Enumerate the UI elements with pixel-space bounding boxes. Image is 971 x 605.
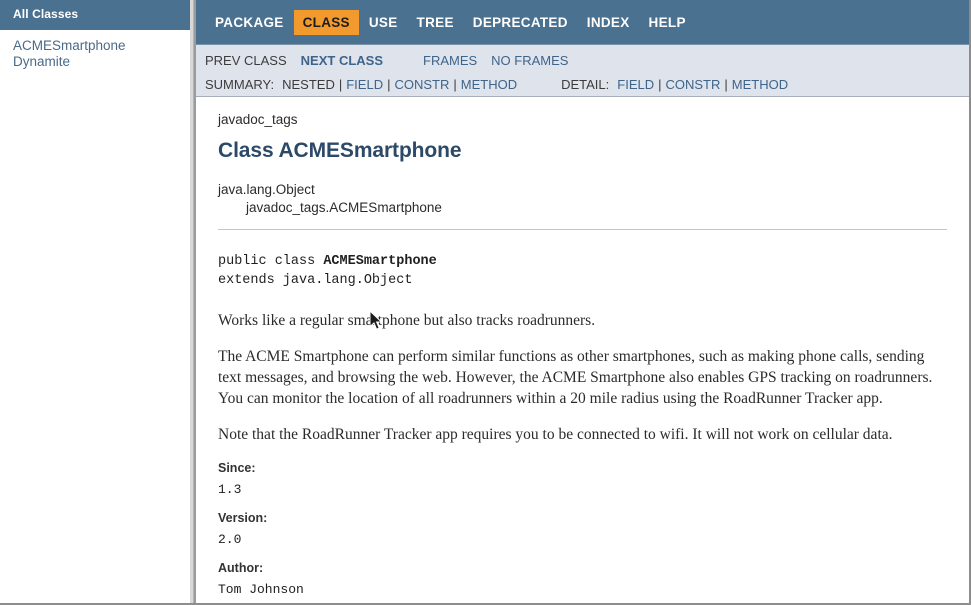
class-documentation: javadoc_tags Class ACMESmartphone java.l… [196,97,969,603]
summary-separator-3: | [453,77,457,92]
declaration-extends: extends java.lang.Object [218,273,413,288]
sidebar-item-dynamite[interactable]: Dynamite [13,54,70,70]
frames-link[interactable]: FRAMES [423,53,477,68]
detail-label: DETAIL: [561,77,610,92]
sidebar-divider [190,0,193,603]
description-paragraph-2: The ACME Smartphone can perform similar … [218,348,933,407]
description-paragraph-3: Note that the RoadRunner Tracker app req… [218,426,893,443]
subnav-row-navigation: PREV CLASS NEXT CLASS FRAMES NO FRAMES [196,45,969,73]
summary-method-link[interactable]: METHOD [461,77,517,92]
summary-separator-1: | [338,77,343,92]
nav-item-help[interactable]: HELP [640,10,695,35]
nav-item-use[interactable]: USE [360,10,407,35]
detail-constr-link[interactable]: CONSTR [666,77,721,92]
tag-label-since: Since: [218,461,256,475]
tag-label-version: Version: [218,511,268,525]
summary-nested-label: NESTED [282,77,335,92]
inheritance-level-2: javadoc_tags.ACMESmartphone [246,200,442,215]
subnav-row-summary-detail: SUMMARY: NESTED | FIELD | CONSTR | METHO… [196,73,969,96]
detail-method-link[interactable]: METHOD [732,77,788,92]
declaration-modifiers: public class [218,254,324,269]
detail-separator-1: | [658,77,662,92]
all-classes-sidebar: All Classes ACMESmartphone Dynamite [0,0,194,603]
section-divider [218,229,947,230]
summary-constr-link[interactable]: CONSTR [394,77,449,92]
sidebar-header: All Classes [0,0,193,30]
page-title: Class ACMESmartphone [218,139,462,162]
nav-item-deprecated[interactable]: DEPRECATED [464,10,577,35]
tag-value-version: 2.0 [218,532,242,547]
next-class-link[interactable]: NEXT CLASS [301,53,383,68]
tag-value-author: Tom Johnson [218,582,304,597]
sidebar-class-list: ACMESmartphone Dynamite [0,30,193,603]
summary-separator-2: | [387,77,391,92]
sub-navigation-bar: PREV CLASS NEXT CLASS FRAMES NO FRAMES S… [196,45,969,97]
summary-field-link[interactable]: FIELD [346,77,383,92]
inheritance-tree: java.lang.Object javadoc_tags.ACMESmartp… [218,181,947,227]
detail-field-link[interactable]: FIELD [617,77,654,92]
javadoc-window: All Classes ACMESmartphone Dynamite PACK… [0,0,971,605]
content-frame: PACKAGE CLASS USE TREE DEPRECATED INDEX … [194,0,969,603]
package-name: javadoc_tags [218,112,298,127]
main-navigation-bar: PACKAGE CLASS USE TREE DEPRECATED INDEX … [196,0,969,45]
sidebar-item-acmesmartphone[interactable]: ACMESmartphone [13,38,126,54]
nav-item-index[interactable]: INDEX [578,10,639,35]
nav-item-package[interactable]: PACKAGE [206,10,293,35]
nav-item-class[interactable]: CLASS [293,9,359,35]
tag-value-since: 1.3 [218,482,242,497]
prev-class-label: PREV CLASS [205,53,287,68]
class-declaration: public class ACMESmartphone extends java… [218,252,947,290]
detail-separator-2: | [724,77,728,92]
description-paragraph-1: Works like a regular smartphone but also… [218,312,596,329]
tag-label-author: Author: [218,561,264,575]
nav-item-tree[interactable]: TREE [408,10,463,35]
declaration-class-name: ACMESmartphone [323,254,437,269]
inheritance-level-1: java.lang.Object [218,182,315,197]
no-frames-link[interactable]: NO FRAMES [491,53,568,68]
summary-label: SUMMARY: [205,77,275,92]
